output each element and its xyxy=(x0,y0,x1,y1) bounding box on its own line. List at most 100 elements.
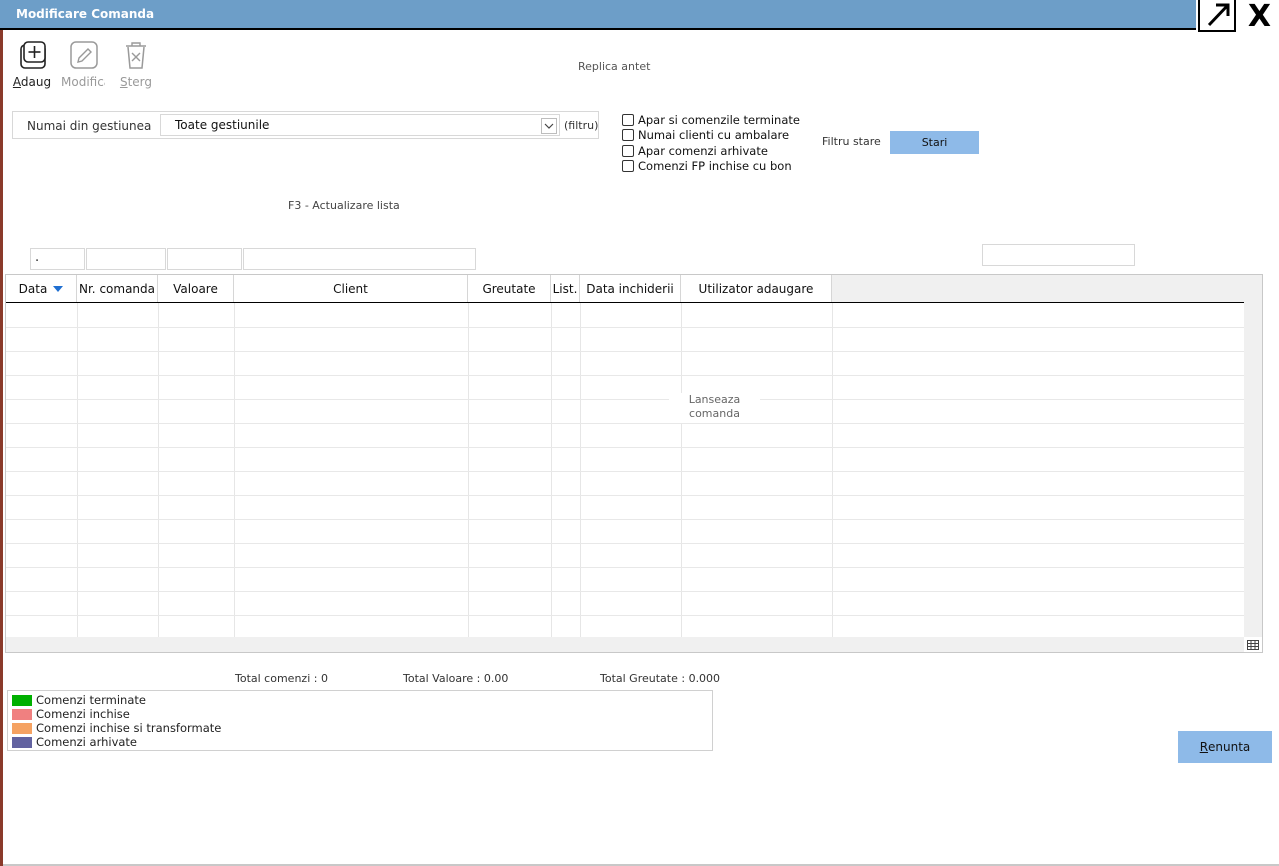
vertical-scrollbar[interactable] xyxy=(1244,275,1262,637)
column-header-valoare[interactable]: Valoare xyxy=(158,275,234,302)
gestiune-filter: Numai din gestiunea Toate gestiunile (fi… xyxy=(12,111,599,139)
row-divider xyxy=(6,615,1244,616)
row-divider xyxy=(6,423,1244,424)
total-valoare: Total Valoare : 0.00 xyxy=(403,672,509,685)
stari-button[interactable]: Stari xyxy=(890,131,979,154)
row-divider xyxy=(6,543,1244,544)
table-header: Data Nr. comanda Valoare Client Greutate… xyxy=(6,275,1244,303)
legend-item-arhivate: Comenzi arhivate xyxy=(8,735,712,749)
gestiune-select[interactable]: Toate gestiunile xyxy=(160,114,560,136)
legend-swatch xyxy=(12,736,32,748)
checkbox-label: Numai clienti cu ambalare xyxy=(638,128,790,143)
checkbox-box[interactable] xyxy=(622,129,634,142)
header-filler xyxy=(832,275,1244,302)
lanseaza-line-1: Lanseaza xyxy=(688,393,741,406)
gestiune-select-value: Toate gestiunile xyxy=(175,118,270,132)
options-checkboxes: Apar si comenzile terminate Numai client… xyxy=(622,112,800,174)
column-divider xyxy=(468,303,469,637)
orders-table[interactable]: Data Nr. comanda Valoare Client Greutate… xyxy=(5,274,1263,653)
checkbox-label: Apar comenzi arhivate xyxy=(638,143,768,158)
legend-label: Comenzi inchise si transformate xyxy=(36,721,222,735)
column-divider xyxy=(551,303,552,637)
search-data-input[interactable]: . xyxy=(30,248,85,270)
column-header-data[interactable]: Data xyxy=(6,275,77,302)
cancel-button[interactable]: Renunta xyxy=(1178,731,1272,763)
row-divider xyxy=(6,567,1244,568)
legend-item-inchise: Comenzi inchise xyxy=(8,707,712,721)
checkbox-apar-arhivate[interactable]: Apar comenzi arhivate xyxy=(622,143,800,159)
column-divider xyxy=(234,303,235,637)
maximize-button[interactable] xyxy=(1198,0,1236,32)
column-title: Data xyxy=(18,281,48,296)
edit-button-label: Modifica xyxy=(61,75,105,89)
add-button-label: Adaug xyxy=(12,75,52,89)
grid-icon xyxy=(1247,639,1259,650)
checkbox-fp-inchise-bon[interactable]: Comenzi FP inchise cu bon xyxy=(622,159,800,175)
column-divider xyxy=(158,303,159,637)
column-header-client[interactable]: Client xyxy=(234,275,468,302)
checkbox-box[interactable] xyxy=(622,144,634,157)
checkbox-box[interactable] xyxy=(622,160,634,173)
legend-swatch xyxy=(12,694,32,706)
column-header-nr-comanda[interactable]: Nr. comanda xyxy=(77,275,158,302)
delete-button-label: Sterg xyxy=(119,75,153,89)
row-divider xyxy=(6,471,1244,472)
filtru-stare-label: Filtru stare xyxy=(822,135,881,148)
total-comenzi: Total comenzi : 0 xyxy=(235,672,328,685)
total-greutate: Total Greutate : 0.000 xyxy=(600,672,721,685)
checkbox-label: Apar si comenzile terminate xyxy=(638,112,800,127)
legend-label: Comenzi terminate xyxy=(36,693,146,707)
maximize-arrow-icon xyxy=(1207,3,1230,27)
checkbox-label: Comenzi FP inchise cu bon xyxy=(638,159,792,174)
title-bar[interactable]: Modificare Comanda xyxy=(0,0,1196,30)
checkbox-box[interactable] xyxy=(622,113,634,126)
search-client-input[interactable] xyxy=(243,248,476,270)
search-utilizator-input[interactable] xyxy=(982,244,1135,266)
add-button[interactable]: Adaug xyxy=(9,40,55,89)
row-divider xyxy=(6,399,1244,400)
column-header-utilizator[interactable]: Utilizator adaugare xyxy=(681,275,832,302)
column-header-list[interactable]: List. xyxy=(551,275,580,302)
refresh-hint: F3 - Actualizare lista xyxy=(288,199,400,212)
row-divider xyxy=(6,591,1244,592)
lanseaza-line-2: comanda xyxy=(689,407,740,420)
column-divider xyxy=(832,303,833,637)
checkbox-numai-ambalare[interactable]: Numai clienti cu ambalare xyxy=(622,128,800,144)
legend-label: Comenzi arhivate xyxy=(36,735,138,749)
column-divider xyxy=(580,303,581,637)
legend-swatch xyxy=(12,722,32,734)
delete-button[interactable]: Sterg xyxy=(113,40,159,89)
sort-descending-icon xyxy=(53,285,64,292)
row-divider xyxy=(6,375,1244,376)
modificare-comanda-window: Modificare Comanda X Adaug Modifica xyxy=(0,0,1279,866)
chevron-down-icon[interactable] xyxy=(541,118,557,134)
edit-pencil-icon xyxy=(70,41,98,69)
column-header-data-inchiderii[interactable]: Data inchiderii xyxy=(580,275,681,302)
horizontal-scrollbar[interactable] xyxy=(6,637,1244,652)
row-divider xyxy=(6,351,1244,352)
checkbox-apar-terminate[interactable]: Apar si comenzile terminate xyxy=(622,112,800,128)
column-divider xyxy=(681,303,682,637)
add-document-icon xyxy=(20,41,46,69)
column-header-greutate[interactable]: Greutate xyxy=(468,275,551,302)
row-divider xyxy=(6,495,1244,496)
column-chooser-button[interactable] xyxy=(1244,637,1262,652)
status-legend: Comenzi terminate Comenzi inchise Comenz… xyxy=(7,690,713,751)
filtru-label: (filtru) xyxy=(564,119,599,132)
row-divider xyxy=(6,327,1244,328)
legend-swatch xyxy=(12,708,32,720)
search-valoare-input[interactable] xyxy=(167,248,242,270)
lanseaza-comanda-button[interactable]: Lanseaza comanda xyxy=(669,393,760,423)
search-nr-comanda-input[interactable] xyxy=(86,248,166,270)
window-title: Modificare Comanda xyxy=(16,7,155,21)
replica-antet-label: Replica antet xyxy=(578,60,651,73)
row-divider xyxy=(6,447,1244,448)
column-divider xyxy=(77,303,78,637)
gestiune-label: Numai din gestiunea xyxy=(27,119,152,133)
edit-button[interactable]: Modifica xyxy=(61,40,107,89)
trash-icon xyxy=(126,42,146,69)
legend-item-transformate: Comenzi inchise si transformate xyxy=(8,721,712,735)
legend-label: Comenzi inchise xyxy=(36,707,130,721)
close-button[interactable]: X xyxy=(1240,0,1279,34)
window-edge xyxy=(0,30,3,866)
